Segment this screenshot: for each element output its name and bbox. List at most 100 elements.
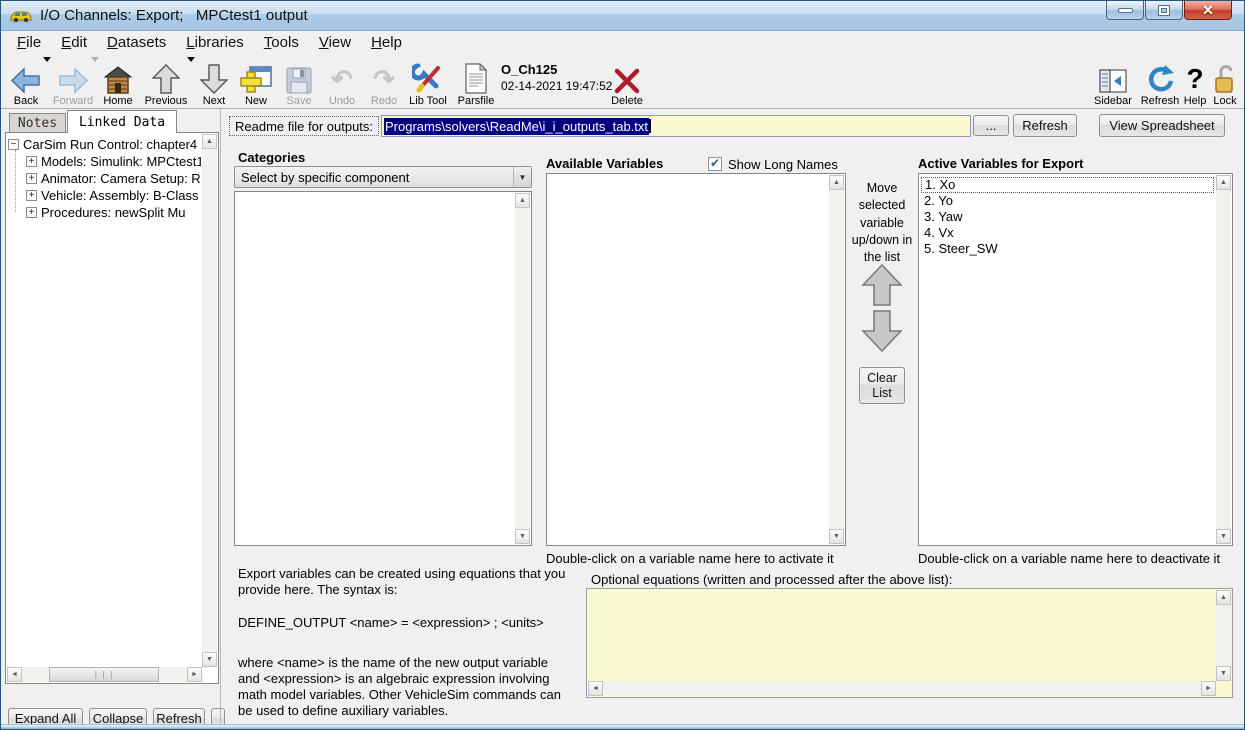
scroll-down-icon[interactable]: ▼ — [515, 529, 530, 544]
list-item[interactable]: 4. Vx — [921, 225, 1214, 241]
panel-divider[interactable] — [220, 109, 221, 729]
refresh-button[interactable]: Refresh — [1137, 57, 1183, 107]
dataset-name: O_Ch125 — [501, 62, 558, 77]
tree-item-vehicle[interactable]: Vehicle: Assembly: B-Class — [8, 187, 201, 204]
back-button[interactable]: Back — [3, 57, 51, 107]
optional-equations-textarea[interactable]: ▲ ▼ ◄ ► — [586, 588, 1233, 698]
delete-button[interactable]: Delete — [603, 57, 651, 107]
undo-button[interactable]: ↶ Undo — [321, 57, 363, 107]
available-variables-list[interactable]: ▲ ▼ — [546, 173, 846, 546]
scroll-down-icon[interactable]: ▼ — [1216, 529, 1231, 544]
menu-file[interactable]: File — [9, 33, 49, 52]
redo-button[interactable]: ↷ Redo — [363, 57, 405, 107]
categories-dropdown-value: Select by specific component — [241, 169, 410, 185]
next-button[interactable]: Next — [193, 57, 235, 107]
categories-list[interactable]: ▲ ▼ — [234, 191, 532, 546]
lib-tool-icon — [412, 63, 440, 93]
scroll-right-icon[interactable]: ► — [187, 667, 202, 682]
equations-horizontal-scrollbar[interactable]: ◄ ► — [588, 681, 1216, 696]
maximize-button[interactable] — [1145, 1, 1183, 20]
expand-icon[interactable] — [26, 173, 37, 184]
close-icon: ✕ — [1202, 2, 1214, 18]
scrollbar-thumb[interactable]: ❘❘❘ — [49, 667, 159, 682]
save-floppy-icon — [286, 67, 312, 94]
text-caret — [649, 119, 652, 133]
categories-dropdown[interactable]: Select by specific component ▼ — [234, 166, 532, 188]
new-dataset-icon — [240, 66, 272, 93]
list-item[interactable]: 5. Steer_SW — [921, 241, 1214, 257]
scroll-up-icon[interactable]: ▲ — [1216, 590, 1231, 605]
tree-item-models[interactable]: Models: Simulink: MPCtest1 — [8, 153, 201, 170]
available-scrollbar[interactable]: ▲ ▼ — [829, 175, 844, 544]
expand-icon[interactable] — [26, 190, 37, 201]
tree-item-label[interactable]: Animator: Camera Setup: R — [41, 171, 201, 186]
scroll-left-icon[interactable]: ◄ — [588, 681, 603, 696]
close-button[interactable]: ✕ — [1184, 1, 1232, 20]
active-items: 1. Xo 2. Yo 3. Yaw 4. Vx 5. Steer_SW — [921, 177, 1214, 257]
menu-datasets[interactable]: Datasets — [99, 33, 174, 52]
previous-button[interactable]: Previous — [139, 57, 195, 107]
view-spreadsheet-button[interactable]: View Spreadsheet — [1099, 114, 1225, 137]
scroll-up-icon[interactable]: ▲ — [1216, 175, 1231, 190]
tree-item-label[interactable]: Procedures: newSplit Mu — [41, 205, 186, 220]
menu-edit[interactable]: Edit — [53, 33, 95, 52]
list-item[interactable]: 2. Yo — [921, 193, 1214, 209]
show-long-names-label[interactable]: Show Long Names — [728, 157, 838, 172]
redo-icon: ↷ — [373, 64, 395, 94]
tab-notes[interactable]: Notes — [9, 113, 66, 133]
categories-scrollbar[interactable]: ▲ ▼ — [515, 193, 530, 544]
chevron-down-icon[interactable]: ▼ — [513, 167, 531, 187]
tree-item-animator[interactable]: Animator: Camera Setup: R — [8, 170, 201, 187]
expand-icon[interactable] — [26, 156, 37, 167]
scroll-down-icon[interactable]: ▼ — [1216, 666, 1231, 681]
scroll-down-icon[interactable]: ▼ — [202, 652, 217, 667]
move-up-button[interactable] — [861, 263, 903, 307]
tree-vertical-scrollbar[interactable]: ▲ ▼ — [202, 134, 217, 667]
active-variables-list[interactable]: 1. Xo 2. Yo 3. Yaw 4. Vx 5. Steer_SW ▲ ▼ — [918, 173, 1233, 546]
move-down-button[interactable] — [861, 309, 903, 353]
menu-view[interactable]: View — [311, 33, 359, 52]
scroll-up-icon[interactable]: ▲ — [202, 134, 217, 149]
menu-tools[interactable]: Tools — [256, 33, 307, 52]
window-bottom-edge — [1, 724, 1244, 729]
scroll-up-icon[interactable]: ▲ — [515, 193, 530, 208]
readme-refresh-button[interactable]: Refresh — [1013, 114, 1077, 137]
tree-item-label[interactable]: Vehicle: Assembly: B-Class — [41, 188, 199, 203]
clear-list-button[interactable]: Clear List — [859, 367, 905, 404]
menu-help[interactable]: Help — [363, 33, 410, 52]
scroll-right-icon[interactable]: ► — [1201, 681, 1216, 696]
lock-button[interactable]: Lock — [1207, 57, 1243, 107]
menu-libraries[interactable]: Libraries — [178, 33, 252, 52]
parsfile-button[interactable]: Parsfile — [453, 57, 499, 107]
scroll-left-icon[interactable]: ◄ — [7, 667, 22, 682]
tree-item-label[interactable]: Models: Simulink: MPCtest1 — [41, 154, 201, 169]
linked-data-tree: CarSim Run Control: chapter4 Models: Sim… — [5, 132, 219, 684]
new-button[interactable]: New — [235, 57, 277, 107]
tab-linked-data[interactable]: Linked Data — [67, 110, 177, 133]
scroll-up-icon[interactable]: ▲ — [829, 175, 844, 190]
lib-tool-button[interactable]: Lib Tool — [403, 57, 453, 107]
tree-item-run-control[interactable]: CarSim Run Control: chapter4 — [8, 136, 201, 153]
active-scrollbar[interactable]: ▲ ▼ — [1216, 175, 1231, 544]
browse-button[interactable]: ... — [973, 115, 1009, 136]
minimize-button[interactable] — [1106, 1, 1144, 20]
show-long-names-checkbox[interactable]: ✔ — [708, 157, 722, 171]
tree-horizontal-scrollbar[interactable]: ◄ ► ❘❘❘ — [7, 667, 202, 682]
equations-vertical-scrollbar[interactable]: ▲ ▼ — [1216, 590, 1231, 681]
readme-path-selected-text: Programs\solvers\ReadMe\i_i_outputs_tab.… — [384, 117, 650, 135]
save-button[interactable]: Save — [279, 57, 319, 107]
forward-button[interactable]: Forward — [49, 57, 99, 107]
expand-icon[interactable] — [26, 207, 37, 218]
sidebar-button[interactable]: Sidebar — [1091, 57, 1135, 107]
readme-path-input[interactable]: Programs\solvers\ReadMe\i_i_outputs_tab.… — [381, 115, 971, 137]
collapse-icon[interactable] — [8, 139, 19, 150]
home-button[interactable]: Home — [97, 57, 139, 107]
help-button[interactable]: ? Help — [1181, 57, 1209, 108]
scroll-down-icon[interactable]: ▼ — [829, 529, 844, 544]
list-item[interactable]: 1. Xo — [921, 177, 1214, 193]
home-icon — [104, 66, 132, 94]
tree-item-label[interactable]: CarSim Run Control: chapter4 — [23, 137, 197, 152]
toolbar: Back Forward Home Previous Next New Save… — [1, 54, 1244, 109]
tree-item-procedures[interactable]: Procedures: newSplit Mu — [8, 204, 201, 221]
list-item[interactable]: 3. Yaw — [921, 209, 1214, 225]
